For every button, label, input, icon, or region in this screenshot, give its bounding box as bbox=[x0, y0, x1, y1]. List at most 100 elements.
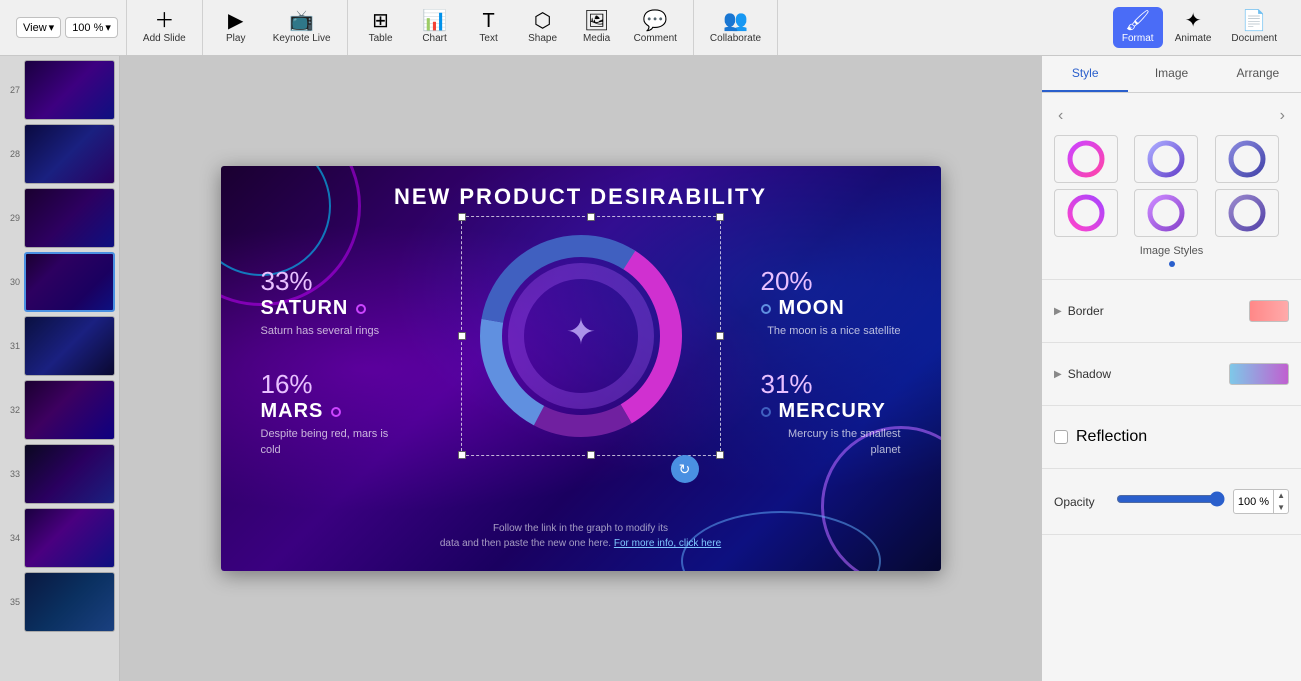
document-button[interactable]: 📄 Document bbox=[1223, 7, 1285, 48]
style-swatch-6[interactable] bbox=[1215, 189, 1279, 237]
mars-block: 16% MARS Despite being red, mars is cold bbox=[261, 369, 401, 458]
right-arrow-icon[interactable]: › bbox=[1276, 105, 1289, 127]
play-button[interactable]: ▶ Play bbox=[211, 7, 261, 48]
view-zoom-group: View ▾ 100 % ▾ bbox=[8, 0, 127, 55]
view-chevron-icon: ▾ bbox=[49, 21, 55, 34]
opacity-down-icon[interactable]: ▼ bbox=[1274, 502, 1288, 514]
table-button[interactable]: ⊞ Table bbox=[356, 7, 406, 48]
animate-label: Animate bbox=[1175, 33, 1212, 44]
slide-thumb-27[interactable]: 27 bbox=[4, 60, 115, 120]
slide-thumb-34[interactable]: 34 bbox=[4, 508, 115, 568]
keynote-live-button[interactable]: 📺 Keynote Live bbox=[265, 7, 339, 48]
comment-label: Comment bbox=[634, 33, 677, 44]
slide-img-31 bbox=[24, 316, 115, 376]
panel-arrow-row: ‹ › bbox=[1054, 105, 1289, 127]
add-slide-button[interactable]: ＋ Add Slide bbox=[135, 7, 194, 48]
handle-tl[interactable] bbox=[458, 213, 466, 221]
style-swatch-5[interactable] bbox=[1134, 189, 1198, 237]
moon-block: 20% MOON The moon is a nice satellite bbox=[761, 266, 901, 339]
chart-label: Chart bbox=[422, 33, 446, 44]
style-swatch-3[interactable] bbox=[1215, 135, 1279, 183]
slide-num-35: 35 bbox=[4, 597, 20, 607]
slide-thumb-28[interactable]: 28 bbox=[4, 124, 115, 184]
main-area: 27 28 29 30 31 32 33 34 bbox=[0, 56, 1301, 681]
handle-br[interactable] bbox=[716, 451, 724, 459]
slide-num-33: 33 bbox=[4, 469, 20, 479]
format-label: Format bbox=[1122, 33, 1154, 44]
slide-img-34 bbox=[24, 508, 115, 568]
canvas-area[interactable]: NEW PRODUCT DESIRABILITY 33% SATURN Satu… bbox=[120, 56, 1041, 681]
border-expand-icon[interactable]: ▶ bbox=[1054, 306, 1062, 317]
text-icon: T bbox=[482, 11, 494, 31]
keynote-live-label: Keynote Live bbox=[273, 33, 331, 44]
tab-arrange[interactable]: Arrange bbox=[1215, 56, 1301, 92]
shadow-section: ▶ Shadow bbox=[1042, 343, 1301, 406]
reflection-checkbox[interactable] bbox=[1054, 430, 1068, 444]
opacity-slider[interactable] bbox=[1116, 491, 1225, 507]
media-button[interactable]: 🖼 Media bbox=[572, 7, 622, 48]
handle-tr[interactable] bbox=[716, 213, 724, 221]
shape-button[interactable]: ⬡ Shape bbox=[518, 7, 568, 48]
footer-line2: data and then paste the new one here. bbox=[440, 538, 611, 549]
shadow-expand-icon[interactable]: ▶ bbox=[1054, 369, 1062, 380]
slide-thumb-29[interactable]: 29 bbox=[4, 188, 115, 248]
style-swatch-4[interactable] bbox=[1054, 189, 1118, 237]
handle-mr[interactable] bbox=[716, 332, 724, 340]
zoom-dropdown[interactable]: 100 % ▾ bbox=[65, 17, 118, 38]
collaborate-icon: 👥 bbox=[723, 11, 748, 31]
shadow-label-group: ▶ Shadow bbox=[1054, 367, 1111, 381]
handle-ml[interactable] bbox=[458, 332, 466, 340]
keynote-live-icon: 📺 bbox=[289, 11, 314, 31]
slide-thumb-30[interactable]: 30 bbox=[4, 252, 115, 312]
shadow-gradient-swatch[interactable] bbox=[1229, 363, 1289, 385]
style-swatch-1[interactable] bbox=[1054, 135, 1118, 183]
comment-button[interactable]: 💬 Comment bbox=[626, 7, 685, 48]
shape-icon: ⬡ bbox=[534, 11, 551, 31]
chart-button[interactable]: 📊 Chart bbox=[410, 7, 460, 48]
chart-selection[interactable] bbox=[461, 216, 721, 456]
image-styles-label: Image Styles bbox=[1054, 245, 1289, 257]
slide-thumb-35[interactable]: 35 bbox=[4, 572, 115, 632]
slide-num-29: 29 bbox=[4, 213, 20, 223]
tab-image[interactable]: Image bbox=[1128, 56, 1214, 92]
media-icon: 🖼 bbox=[584, 11, 609, 31]
handle-bc[interactable] bbox=[587, 451, 595, 459]
document-label: Document bbox=[1231, 33, 1277, 44]
left-arrow-icon[interactable]: ‹ bbox=[1054, 105, 1067, 127]
opacity-row: Opacity 100 % ▲ ▼ bbox=[1054, 481, 1289, 522]
slide-title: NEW PRODUCT DESIRABILITY bbox=[221, 184, 941, 210]
image-styles-section: ‹ › bbox=[1042, 93, 1301, 280]
zoom-value: 100 % bbox=[72, 22, 103, 34]
border-section: ▶ Border bbox=[1042, 280, 1301, 343]
animate-icon: ✦ bbox=[1185, 11, 1202, 31]
animate-button[interactable]: ✦ Animate bbox=[1167, 7, 1220, 48]
reflection-label: Reflection bbox=[1076, 428, 1147, 446]
slide-thumb-33[interactable]: 33 bbox=[4, 444, 115, 504]
format-button[interactable]: 🖌 Format bbox=[1113, 7, 1163, 48]
border-color-swatch[interactable] bbox=[1249, 300, 1289, 322]
view-dropdown[interactable]: View ▾ bbox=[16, 17, 61, 38]
collaborate-button[interactable]: 👥 Collaborate bbox=[702, 7, 769, 48]
refresh-icon: ↻ bbox=[679, 461, 691, 478]
opacity-up-icon[interactable]: ▲ bbox=[1274, 490, 1288, 502]
zoom-chevron-icon: ▾ bbox=[105, 21, 111, 34]
play-icon: ▶ bbox=[228, 11, 243, 31]
panel-tabs: Style Image Arrange bbox=[1042, 56, 1301, 93]
slide-thumb-31[interactable]: 31 bbox=[4, 316, 115, 376]
text-button[interactable]: T Text bbox=[464, 7, 514, 48]
handle-tc[interactable] bbox=[587, 213, 595, 221]
style-swatch-2[interactable] bbox=[1134, 135, 1198, 183]
moon-dot bbox=[761, 304, 771, 314]
slide-panel: 27 28 29 30 31 32 33 34 bbox=[0, 56, 120, 681]
opacity-value: 100 % bbox=[1234, 494, 1273, 510]
slide-img-35 bbox=[24, 572, 115, 632]
image-styles-dots bbox=[1054, 261, 1289, 267]
footer-link[interactable]: For more info, click here bbox=[614, 538, 721, 549]
slide-thumb-32[interactable]: 32 bbox=[4, 380, 115, 440]
slide-num-34: 34 bbox=[4, 533, 20, 543]
refresh-button[interactable]: ↻ bbox=[671, 455, 699, 483]
view-label: View bbox=[23, 22, 47, 34]
tab-style[interactable]: Style bbox=[1042, 56, 1128, 92]
mars-desc: Despite being red, mars is cold bbox=[261, 427, 401, 458]
handle-bl[interactable] bbox=[458, 451, 466, 459]
